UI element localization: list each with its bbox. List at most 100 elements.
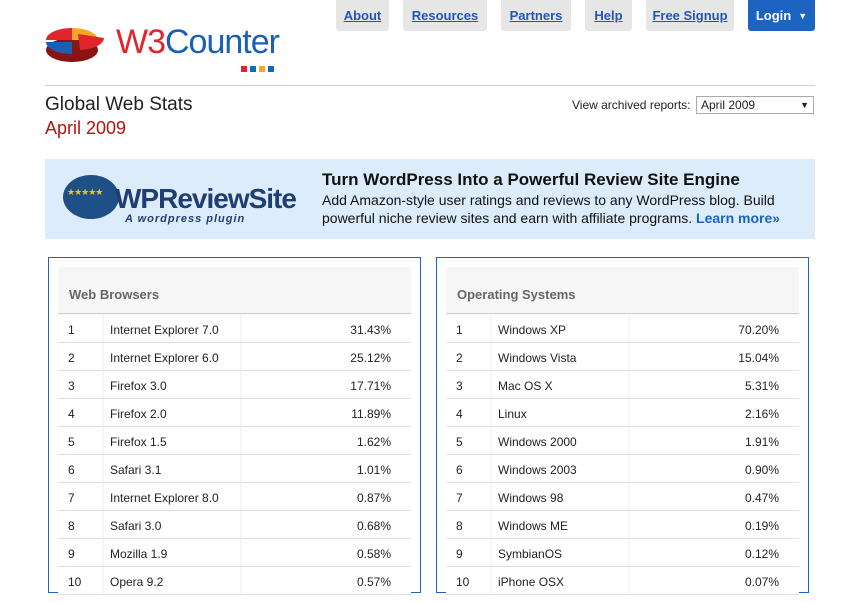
name-cell: Windows XP — [498, 323, 567, 337]
table-row: 2 Windows Vista 15.04% — [446, 343, 799, 371]
rank-cell: 6 — [68, 463, 75, 477]
rank-cell: 2 — [456, 351, 463, 365]
column-divider — [102, 371, 104, 398]
nav-partners[interactable]: Partners — [501, 0, 571, 31]
login-label: Login — [755, 8, 792, 23]
os-panel-title: Operating Systems — [457, 287, 576, 302]
column-divider — [628, 511, 630, 538]
rank-cell: 4 — [456, 407, 463, 421]
nav-resources[interactable]: Resources — [403, 0, 487, 31]
table-row: 7 Internet Explorer 8.0 0.87% — [58, 483, 411, 511]
banner-body: Add Amazon-style user ratings and review… — [322, 191, 802, 227]
percent-cell: 1.01% — [356, 463, 391, 477]
percent-cell: 0.90% — [744, 463, 779, 477]
name-cell: Opera 9.2 — [110, 575, 164, 589]
percent-cell: 0.68% — [356, 519, 391, 533]
column-divider — [628, 455, 630, 482]
header-divider — [45, 85, 815, 86]
login-button[interactable]: Login ▼ — [748, 0, 815, 31]
column-divider — [490, 427, 492, 454]
column-divider — [102, 539, 104, 566]
nav-help[interactable]: Help — [585, 0, 632, 31]
name-cell: Firefox 2.0 — [110, 407, 167, 421]
column-divider — [490, 371, 492, 398]
percent-cell: 5.31% — [744, 379, 779, 393]
percent-cell: 0.58% — [356, 547, 391, 561]
caret-down-icon: ▼ — [798, 10, 808, 21]
table-row: 10 Opera 9.2 0.57% — [58, 567, 411, 595]
name-cell: Internet Explorer 8.0 — [110, 491, 219, 505]
table-row: 3 Mac OS X 5.31% — [446, 371, 799, 399]
wpreviewsite-logo: ★★★★★ WPReviewSite A wordpress plugin — [61, 173, 297, 229]
name-cell: Internet Explorer 7.0 — [110, 323, 219, 337]
table-row: 5 Firefox 1.5 1.62% — [58, 427, 411, 455]
name-cell: Firefox 1.5 — [110, 435, 167, 449]
column-divider — [628, 371, 630, 398]
table-row: 8 Safari 3.0 0.68% — [58, 511, 411, 539]
column-divider — [240, 399, 242, 426]
percent-cell: 0.12% — [744, 547, 779, 561]
divider — [446, 313, 799, 314]
name-cell: Safari 3.0 — [110, 519, 162, 533]
browsers-panel-inner: Web Browsers 1 Internet Explorer 7.0 31.43… — [58, 267, 411, 595]
column-divider — [628, 483, 630, 510]
table-row: 1 Internet Explorer 7.0 31.43% — [58, 315, 411, 343]
name-cell: SymbianOS — [498, 547, 563, 561]
ad-banner[interactable]: ★★★★★ WPReviewSite A wordpress plugin Tu… — [45, 159, 815, 239]
nav-free-signup[interactable]: Free Signup — [646, 0, 734, 31]
table-row: 6 Safari 3.1 1.01% — [58, 455, 411, 483]
browsers-panel-title: Web Browsers — [69, 287, 160, 302]
rank-cell: 7 — [456, 491, 463, 505]
divider — [58, 313, 411, 314]
rank-cell: 9 — [68, 547, 75, 561]
column-divider — [490, 539, 492, 566]
percent-cell: 31.43% — [350, 323, 391, 337]
name-cell: Windows 2000 — [498, 435, 577, 449]
archive-select[interactable]: April 2009 ▼ — [696, 96, 814, 114]
column-divider — [490, 455, 492, 482]
name-cell: Windows 98 — [498, 491, 564, 505]
rank-cell: 10 — [68, 575, 82, 589]
rank-cell: 5 — [456, 435, 463, 449]
os-panel-inner: Operating Systems 1 Windows XP 70.20% 2 Wind… — [446, 267, 799, 595]
name-cell: Internet Explorer 6.0 — [110, 351, 219, 365]
name-cell: Mozilla 1.9 — [110, 547, 168, 561]
nav-about[interactable]: About — [336, 0, 389, 31]
percent-cell: 0.07% — [744, 575, 779, 589]
column-divider — [628, 315, 630, 342]
percent-cell: 1.91% — [744, 435, 779, 449]
rank-cell: 2 — [68, 351, 75, 365]
name-cell: Linux — [498, 407, 527, 421]
column-divider — [628, 427, 630, 454]
column-divider — [102, 399, 104, 426]
table-row: 8 Windows ME 0.19% — [446, 511, 799, 539]
column-divider — [102, 343, 104, 370]
column-divider — [102, 427, 104, 454]
dropdown-arrow-icon: ▼ — [800, 100, 809, 110]
wp-logo-tagline: A wordpress plugin — [125, 213, 246, 225]
column-divider — [628, 399, 630, 426]
archive-label: View archived reports: — [572, 98, 691, 112]
column-divider — [240, 343, 242, 370]
w3counter-logo[interactable]: W3Counter — [44, 16, 284, 72]
logo-wordmark: W3Counter — [116, 23, 280, 61]
column-divider — [490, 343, 492, 370]
pie-chart-icon — [46, 28, 105, 62]
rank-cell: 1 — [456, 323, 463, 337]
column-divider — [628, 567, 630, 594]
page-subtitle: April 2009 — [45, 118, 127, 138]
percent-cell: 2.16% — [744, 407, 779, 421]
column-divider — [102, 315, 104, 342]
column-divider — [102, 511, 104, 538]
percent-cell: 17.71% — [350, 379, 391, 393]
rank-cell: 5 — [68, 435, 75, 449]
rank-cell: 1 — [68, 323, 75, 337]
percent-cell: 70.20% — [738, 323, 779, 337]
name-cell: Windows Vista — [498, 351, 577, 365]
table-row: 1 Windows XP 70.20% — [446, 315, 799, 343]
learn-more-link[interactable]: Learn more» — [696, 210, 780, 226]
rank-cell: 3 — [68, 379, 75, 393]
table-row: 9 Mozilla 1.9 0.58% — [58, 539, 411, 567]
browsers-panel: Web Browsers 1 Internet Explorer 7.0 31.43… — [48, 257, 421, 595]
column-divider — [240, 567, 242, 594]
